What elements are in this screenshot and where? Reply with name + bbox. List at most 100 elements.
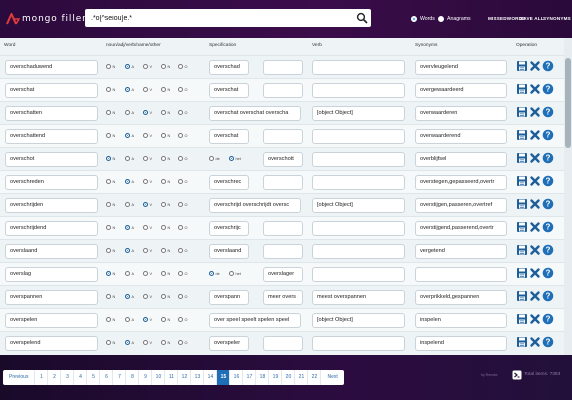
- pagination-page[interactable]: 6: [100, 370, 114, 385]
- type-radio-0[interactable]: N: [106, 225, 115, 230]
- pagination-page[interactable]: 21: [295, 370, 309, 385]
- type-radio-2[interactable]: V: [143, 248, 152, 253]
- type-radio-1[interactable]: A: [125, 110, 134, 115]
- type-radio-dot[interactable]: [143, 248, 148, 253]
- mode-anagrams-dot[interactable]: [438, 16, 444, 22]
- type-radio-2[interactable]: V: [143, 133, 152, 138]
- synonyms-field[interactable]: overvleugelend: [415, 60, 507, 75]
- type-radio-dot[interactable]: [106, 317, 111, 322]
- type-radio-dot[interactable]: [143, 64, 148, 69]
- type-radio-2[interactable]: V: [143, 87, 152, 92]
- pagination-next[interactable]: Next: [321, 370, 343, 385]
- specification-field-2[interactable]: [263, 129, 303, 144]
- word-field[interactable]: overspannen: [5, 290, 98, 305]
- type-radio-0[interactable]: N: [106, 179, 115, 184]
- specification-field-2[interactable]: meer overs: [263, 290, 303, 305]
- verb-field[interactable]: [312, 244, 405, 259]
- save-icon[interactable]: [516, 244, 528, 256]
- type-radio-dot[interactable]: [178, 202, 183, 207]
- type-radio-dot[interactable]: [125, 340, 130, 345]
- type-radio-dot[interactable]: [161, 110, 166, 115]
- type-radio-1[interactable]: A: [125, 271, 134, 276]
- type-radio-4[interactable]: O: [178, 87, 187, 92]
- type-radio-dot[interactable]: [161, 271, 166, 276]
- type-radio-dot[interactable]: [161, 64, 166, 69]
- type-radio-dot[interactable]: [161, 340, 166, 345]
- type-radio-4[interactable]: O: [178, 294, 187, 299]
- type-radio-3[interactable]: N: [161, 87, 170, 92]
- type-radio-dot[interactable]: [178, 156, 183, 161]
- save-icon[interactable]: [516, 290, 528, 302]
- type-radio-dot[interactable]: [178, 294, 183, 299]
- pagination-page[interactable]: 22: [308, 370, 322, 385]
- word-field[interactable]: overslag: [5, 267, 98, 282]
- specification-field[interactable]: over speel speelt spelen speel: [209, 313, 301, 328]
- type-radio-dot[interactable]: [161, 294, 166, 299]
- pagination-page[interactable]: 3: [61, 370, 75, 385]
- mode-words-dot[interactable]: [411, 16, 417, 22]
- specification-field-2[interactable]: [263, 175, 303, 190]
- pagination-page[interactable]: 13: [191, 370, 205, 385]
- type-radio-dot[interactable]: [143, 271, 148, 276]
- type-radio-4[interactable]: O: [178, 133, 187, 138]
- type-radio-dot[interactable]: [178, 271, 183, 276]
- save-icon[interactable]: [516, 267, 528, 279]
- type-radio-0[interactable]: N: [106, 64, 115, 69]
- type-radio-3[interactable]: N: [161, 156, 170, 161]
- help-icon[interactable]: ?: [542, 106, 554, 118]
- delete-icon[interactable]: [529, 60, 541, 72]
- pagination-page[interactable]: 15: [217, 370, 231, 385]
- specification-field[interactable]: overschat: [209, 83, 249, 98]
- word-field[interactable]: overspelen: [5, 313, 98, 328]
- type-radio-dot[interactable]: [178, 340, 183, 345]
- article-radio-dot[interactable]: [209, 271, 214, 276]
- verb-field[interactable]: [312, 83, 405, 98]
- scrollbar[interactable]: [564, 38, 572, 355]
- save-icon[interactable]: [516, 313, 528, 325]
- help-icon[interactable]: ?: [542, 198, 554, 210]
- synonyms-field[interactable]: overstijgen,passeren,overtref: [415, 198, 507, 213]
- type-radio-3[interactable]: N: [161, 271, 170, 276]
- article-radio-dot[interactable]: [209, 156, 214, 161]
- type-radio-dot[interactable]: [143, 202, 148, 207]
- type-radio-dot[interactable]: [161, 156, 166, 161]
- search-icon[interactable]: [356, 12, 368, 24]
- pagination-page[interactable]: 2: [48, 370, 62, 385]
- verb-field[interactable]: [312, 221, 405, 236]
- type-radio-3[interactable]: N: [161, 202, 170, 207]
- type-radio-dot[interactable]: [106, 271, 111, 276]
- word-field[interactable]: overschaduwend: [5, 60, 98, 75]
- verb-field[interactable]: [312, 152, 405, 167]
- type-radio-dot[interactable]: [178, 87, 183, 92]
- word-field[interactable]: overslaand: [5, 244, 98, 259]
- help-icon[interactable]: ?: [542, 244, 554, 256]
- type-radio-dot[interactable]: [125, 110, 130, 115]
- pagination-page[interactable]: 19: [269, 370, 283, 385]
- help-icon[interactable]: ?: [542, 152, 554, 164]
- article-radio-het[interactable]: het: [229, 156, 241, 161]
- specification-field-2[interactable]: [263, 336, 303, 351]
- help-icon[interactable]: ?: [542, 267, 554, 279]
- specification-field-2[interactable]: [263, 221, 303, 236]
- type-radio-dot[interactable]: [125, 317, 130, 322]
- specification-field[interactable]: overschrijc: [209, 221, 249, 236]
- type-radio-1[interactable]: A: [125, 225, 134, 230]
- specification-field[interactable]: overslaand: [209, 244, 249, 259]
- type-radio-dot[interactable]: [125, 179, 130, 184]
- type-radio-dot[interactable]: [178, 133, 183, 138]
- type-radio-2[interactable]: V: [143, 179, 152, 184]
- type-radio-dot[interactable]: [106, 110, 111, 115]
- synonyms-field[interactable]: overwaarderend: [415, 129, 507, 144]
- delete-icon[interactable]: [529, 336, 541, 348]
- delete-icon[interactable]: [529, 267, 541, 279]
- pagination-page[interactable]: 11: [165, 370, 179, 385]
- verb-field[interactable]: [312, 175, 405, 190]
- type-radio-dot[interactable]: [143, 225, 148, 230]
- article-radio-de[interactable]: de: [209, 156, 220, 161]
- pagination-page[interactable]: 1: [35, 370, 49, 385]
- save-icon[interactable]: [516, 60, 528, 72]
- type-radio-3[interactable]: N: [161, 225, 170, 230]
- word-field[interactable]: overschrijdend: [5, 221, 98, 236]
- type-radio-0[interactable]: N: [106, 248, 115, 253]
- type-radio-3[interactable]: N: [161, 294, 170, 299]
